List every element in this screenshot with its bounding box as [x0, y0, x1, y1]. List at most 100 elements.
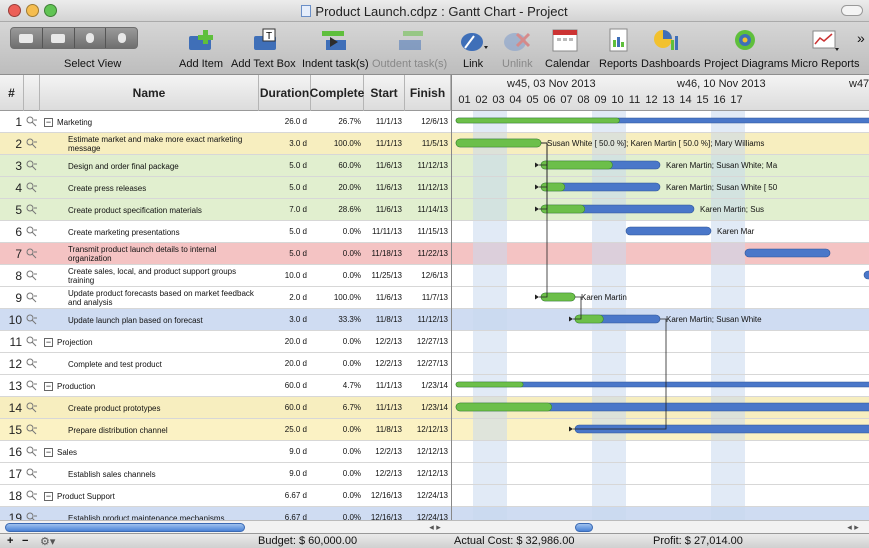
table-row[interactable]: 3 Design and order final package 5.0 d 60.0… — [0, 155, 451, 177]
complete-cell[interactable]: 0.0% — [311, 485, 361, 507]
finish-cell[interactable]: 12/6/13 — [405, 111, 448, 133]
duration-header[interactable]: Duration — [259, 75, 311, 111]
gear-icon[interactable]: ⚙▾ — [40, 535, 55, 548]
start-cell[interactable]: 11/6/13 — [364, 155, 402, 177]
table-row[interactable]: 4 Create press releases 5.0 d 20.0% 11/6/13 1… — [0, 177, 451, 199]
task-name[interactable]: Establish sales channels — [68, 463, 254, 485]
finish-cell[interactable]: 11/22/13 — [405, 243, 448, 265]
table-row[interactable]: 17 Establish sales channels 9.0 d 0.0% 12/2/… — [0, 463, 451, 485]
finish-cell[interactable]: 11/12/13 — [405, 155, 448, 177]
complete-cell[interactable]: 0.0% — [311, 507, 361, 520]
table-row[interactable]: 14 Create product prototypes 60.0 d 6.7% 11/… — [0, 397, 451, 419]
task-name[interactable]: Transmit product launch details to inter… — [68, 243, 254, 265]
start-cell[interactable]: 11/25/13 — [364, 265, 402, 287]
name-header[interactable]: Name — [40, 75, 259, 111]
table-row[interactable]: 8 Create sales, local, and product suppor… — [0, 265, 451, 287]
task-name[interactable]: − Marketing — [44, 111, 254, 133]
finish-cell[interactable]: 12/6/13 — [405, 265, 448, 287]
indent-tasks-button[interactable]: Indent task(s) — [302, 58, 369, 70]
table-row[interactable]: 19 Establish product maintenance mechanis… — [0, 507, 451, 520]
duration-cell[interactable]: 5.0 d — [259, 221, 307, 243]
task-name[interactable]: Create sales, local, and product support… — [68, 265, 254, 287]
finish-cell[interactable]: 11/15/13 — [405, 221, 448, 243]
finish-cell[interactable]: 11/12/13 — [405, 309, 448, 331]
finish-cell[interactable]: 11/12/13 — [405, 177, 448, 199]
row-number-header[interactable]: # — [0, 75, 24, 111]
start-cell[interactable]: 12/2/13 — [364, 463, 402, 485]
start-cell[interactable]: 11/6/13 — [364, 287, 402, 309]
start-cell[interactable]: 12/16/13 — [364, 485, 402, 507]
table-scroll-arrows-icon[interactable]: ◂ ▸ — [420, 522, 450, 533]
add-text-box-icon[interactable]: T — [252, 28, 282, 52]
view-gantt-icon[interactable] — [43, 28, 75, 48]
complete-cell[interactable]: 0.0% — [311, 463, 361, 485]
duration-cell[interactable]: 5.0 d — [259, 243, 307, 265]
duration-cell[interactable]: 20.0 d — [259, 331, 307, 353]
start-cell[interactable]: 11/6/13 — [364, 177, 402, 199]
duration-cell[interactable]: 3.0 d — [259, 309, 307, 331]
finish-cell[interactable]: 1/23/14 — [405, 397, 448, 419]
complete-cell[interactable]: 28.6% — [311, 199, 361, 221]
complete-cell[interactable]: 100.0% — [311, 133, 361, 155]
collapse-toggle-icon[interactable]: − — [44, 491, 53, 501]
duration-cell[interactable]: 7.0 d — [259, 199, 307, 221]
toolbar-overflow-button[interactable]: » — [857, 30, 865, 46]
duration-cell[interactable]: 6.67 d — [259, 485, 307, 507]
duration-cell[interactable]: 10.0 d — [259, 265, 307, 287]
dashboards-icon[interactable] — [653, 28, 683, 52]
gantt-scroll-thumb[interactable] — [575, 523, 593, 532]
duration-cell[interactable]: 60.0 d — [259, 375, 307, 397]
icon-column-header[interactable] — [24, 75, 40, 111]
unlink-button[interactable]: Unlink — [502, 58, 533, 70]
outdent-tasks-button[interactable]: Outdent task(s) — [372, 58, 447, 70]
complete-cell[interactable]: 4.7% — [311, 375, 361, 397]
complete-cell[interactable]: 0.0% — [311, 243, 361, 265]
outdent-icon[interactable] — [397, 28, 427, 52]
task-name[interactable]: − Sales — [44, 441, 254, 463]
gantt-scroll-arrows-icon[interactable]: ◂ ▸ — [838, 522, 868, 533]
add-item-icon[interactable] — [187, 28, 217, 52]
task-name[interactable]: Estimate market and make more exact mark… — [68, 133, 254, 155]
task-name[interactable]: Create marketing presentations — [68, 221, 254, 243]
complete-cell[interactable]: 0.0% — [311, 353, 361, 375]
duration-cell[interactable]: 5.0 d — [259, 155, 307, 177]
dashboards-button[interactable]: Dashboards — [641, 58, 700, 70]
collapse-toggle-icon[interactable]: − — [44, 117, 53, 127]
start-cell[interactable]: 11/1/13 — [364, 397, 402, 419]
table-row[interactable]: 11− Projection 20.0 d 0.0% 12/2/13 12/27/13 — [0, 331, 451, 353]
duration-cell[interactable]: 9.0 d — [259, 441, 307, 463]
complete-cell[interactable]: 0.0% — [311, 265, 361, 287]
finish-cell[interactable]: 11/7/13 — [405, 287, 448, 309]
complete-cell[interactable]: 0.0% — [311, 441, 361, 463]
task-name[interactable]: − Production — [44, 375, 254, 397]
table-row[interactable]: 16− Sales 9.0 d 0.0% 12/2/13 12/12/13 — [0, 441, 451, 463]
duration-cell[interactable]: 60.0 d — [259, 397, 307, 419]
start-cell[interactable]: 11/6/13 — [364, 199, 402, 221]
view-resources-icon[interactable] — [75, 28, 107, 48]
complete-header[interactable]: Complete — [310, 75, 364, 111]
start-cell[interactable]: 12/16/13 — [364, 507, 402, 520]
table-row[interactable]: 9 Update product forecasts based on marke… — [0, 287, 451, 309]
start-cell[interactable]: 11/1/13 — [364, 375, 402, 397]
calendar-icon[interactable] — [551, 28, 581, 52]
collapse-toggle-icon[interactable]: − — [44, 447, 53, 457]
start-cell[interactable]: 12/2/13 — [364, 353, 402, 375]
add-text-box-button[interactable]: Add Text Box — [231, 58, 296, 70]
link-icon[interactable] — [460, 28, 490, 52]
add-item-button[interactable]: Add Item — [179, 58, 223, 70]
finish-cell[interactable]: 12/12/13 — [405, 419, 448, 441]
duration-cell[interactable]: 25.0 d — [259, 419, 307, 441]
task-name[interactable]: Establish product maintenance mechanisms — [68, 507, 254, 521]
select-view-control[interactable] — [10, 27, 138, 49]
finish-cell[interactable]: 12/24/13 — [405, 507, 448, 520]
complete-cell[interactable]: 0.0% — [311, 221, 361, 243]
horizontal-scrollbars[interactable]: ◂ ▸ ◂ ▸ — [0, 520, 869, 533]
finish-cell[interactable]: 12/24/13 — [405, 485, 448, 507]
table-row[interactable]: 12 Complete and test product 20.0 d 0.0% 12/… — [0, 353, 451, 375]
task-name[interactable]: Create product specification materials — [68, 199, 254, 221]
table-scroll-thumb[interactable] — [5, 523, 245, 532]
task-name[interactable]: Create product prototypes — [68, 397, 254, 419]
table-row[interactable]: 15 Prepare distribution channel 25.0 d 0.0%… — [0, 419, 451, 441]
task-name[interactable]: Update product forecasts based on market… — [68, 287, 254, 309]
start-cell[interactable]: 11/18/13 — [364, 243, 402, 265]
